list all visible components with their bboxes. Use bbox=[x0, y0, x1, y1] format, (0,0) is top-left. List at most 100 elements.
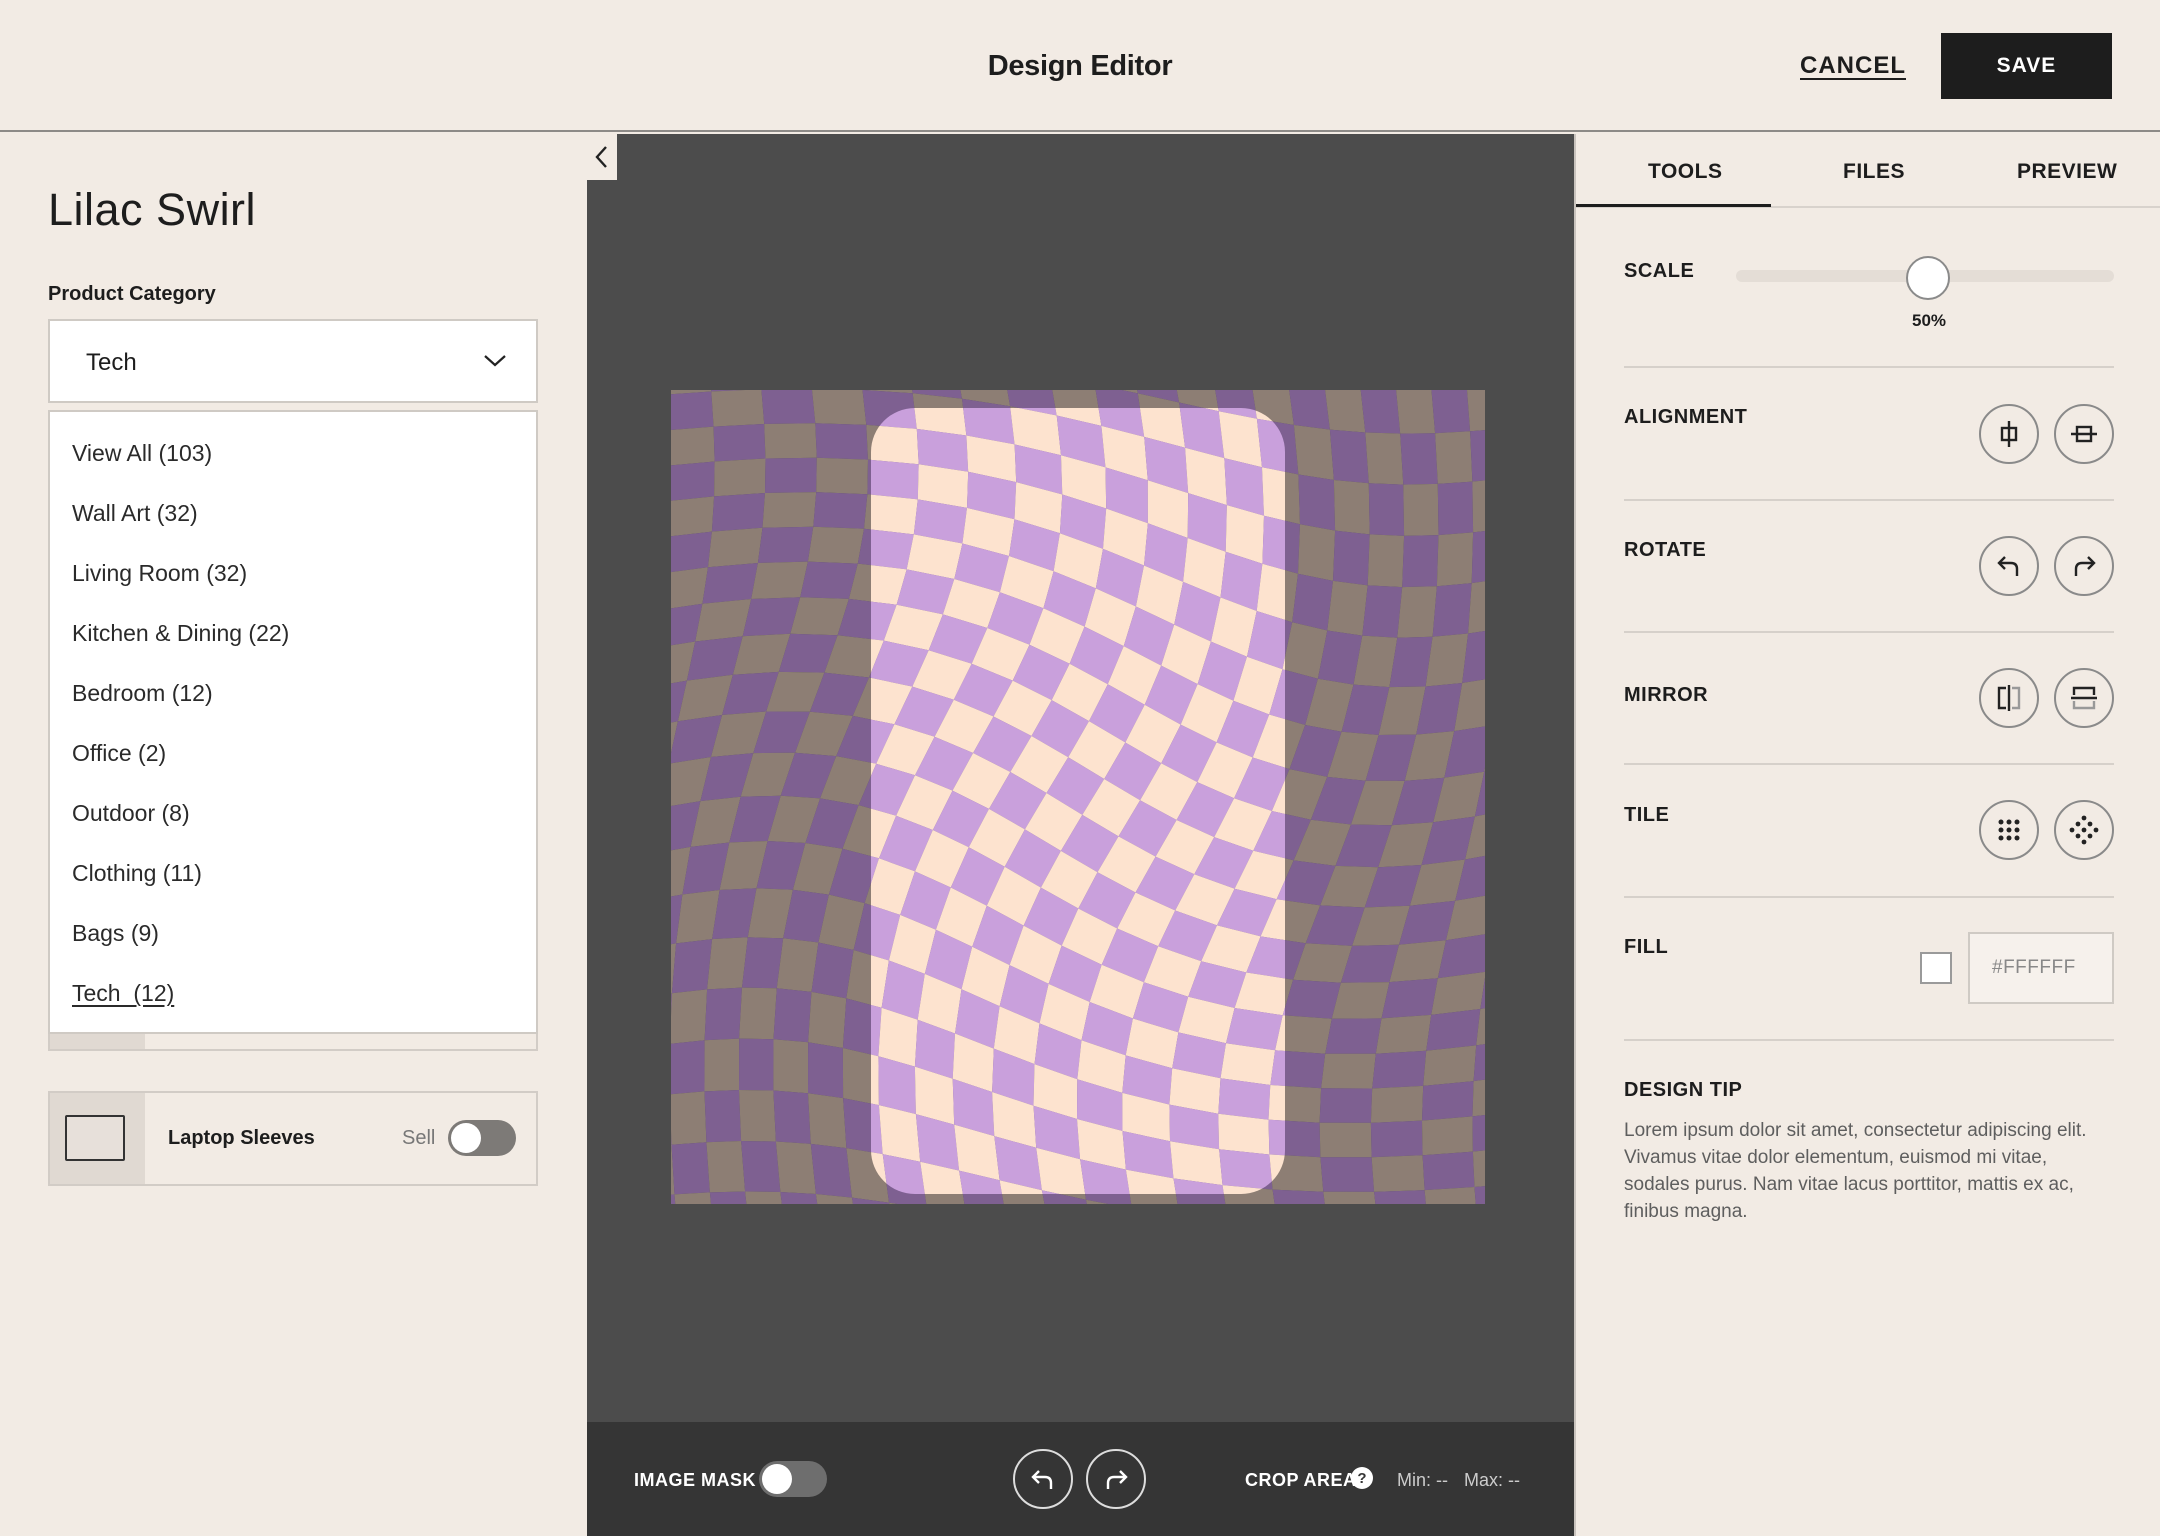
redo-button[interactable] bbox=[1086, 1449, 1146, 1509]
pattern-cell bbox=[1436, 532, 1474, 587]
design-tip-text: Lorem ipsum dolor sit amet, consectetur … bbox=[1624, 1120, 2087, 1222]
pattern-cell bbox=[810, 1143, 852, 1198]
pattern-cell bbox=[808, 991, 847, 1048]
cancel-button[interactable]: CANCEL bbox=[1800, 52, 1906, 80]
pattern-cell bbox=[1431, 390, 1471, 434]
pattern-cell bbox=[704, 987, 742, 1041]
pattern-cell bbox=[1375, 1014, 1432, 1054]
product-row-laptop-sleeves[interactable]: Laptop Sleeves Sell bbox=[48, 1091, 538, 1186]
dropdown-option[interactable]: Outdoor (8) bbox=[72, 800, 190, 827]
pattern-cell bbox=[704, 1038, 740, 1092]
scale-slider-handle[interactable] bbox=[1906, 256, 1950, 300]
tab-files[interactable]: FILES bbox=[1843, 160, 1905, 184]
tile-label: TILE bbox=[1624, 804, 1670, 826]
pattern-cell bbox=[1472, 1115, 1485, 1152]
dropdown-option[interactable]: Bags (9) bbox=[72, 920, 159, 947]
mirror-label: MIRROR bbox=[1624, 684, 1709, 706]
category-dropdown-menu: View All (103) Wall Art (32) Living Room… bbox=[48, 410, 538, 1034]
align-vertical-center-button[interactable] bbox=[1979, 404, 2039, 464]
rotate-left-button[interactable] bbox=[1979, 536, 2039, 596]
pattern-cell bbox=[871, 459, 919, 500]
pattern-cell bbox=[1325, 390, 1366, 433]
tile-grid-button[interactable] bbox=[1979, 800, 2039, 860]
pattern-cell bbox=[1319, 1088, 1373, 1123]
pattern-cell bbox=[671, 1040, 705, 1095]
image-mask-toggle[interactable] bbox=[759, 1461, 827, 1497]
tile-diamond-button[interactable] bbox=[2054, 800, 2114, 860]
pattern-cell bbox=[1298, 474, 1336, 531]
rotate-label: ROTATE bbox=[1624, 539, 1707, 561]
pattern-cell bbox=[807, 526, 864, 564]
fill-label: FILL bbox=[1624, 936, 1669, 958]
pattern-cell bbox=[1362, 585, 1403, 638]
pattern-cell bbox=[1371, 1155, 1425, 1192]
tab-preview[interactable]: PREVIEW bbox=[2017, 160, 2117, 184]
dropdown-option[interactable]: Clothing (11) bbox=[72, 860, 202, 887]
dropdown-option[interactable]: View All (103) bbox=[72, 440, 212, 467]
pattern-cell bbox=[671, 1142, 710, 1195]
pattern-cell bbox=[808, 1093, 847, 1149]
divider bbox=[1624, 631, 2114, 633]
pattern-cell bbox=[711, 390, 765, 427]
dropdown-option[interactable]: Wall Art (32) bbox=[72, 500, 198, 527]
pattern-cell bbox=[1396, 390, 1436, 434]
right-panel: TOOLS FILES PREVIEW SCALE 50% ALIGNMENT … bbox=[1574, 134, 2160, 1536]
panel-tabs: TOOLS FILES PREVIEW bbox=[1576, 134, 2160, 208]
pattern-cell bbox=[762, 492, 817, 528]
fill-color-input[interactable] bbox=[1968, 932, 2114, 1004]
pattern-cell bbox=[671, 461, 715, 501]
pattern-cell bbox=[1293, 425, 1334, 480]
collapse-panel-button[interactable] bbox=[587, 134, 617, 180]
design-tip-label: DESIGN TIP bbox=[1624, 1079, 1743, 1101]
pattern-cell bbox=[671, 939, 713, 994]
fill-color-swatch[interactable] bbox=[1920, 952, 1952, 984]
dropdown-option[interactable]: Office (2) bbox=[72, 740, 166, 767]
pattern-cell bbox=[1370, 1085, 1424, 1123]
sell-toggle[interactable] bbox=[448, 1120, 516, 1156]
pattern-cell bbox=[776, 938, 819, 992]
pattern-cell bbox=[1423, 1045, 1477, 1086]
left-panel: Lilac Swirl Product Category Tech Laptop… bbox=[0, 134, 587, 1536]
pattern-cell bbox=[761, 390, 816, 424]
pattern-cell bbox=[1472, 1079, 1485, 1117]
category-select[interactable]: Tech bbox=[48, 319, 538, 403]
pattern-cell bbox=[1471, 530, 1485, 584]
product-row-name: Laptop Sleeves bbox=[168, 1127, 315, 1149]
product-name: Lilac Swirl bbox=[48, 184, 257, 235]
pattern-cell bbox=[1272, 1189, 1325, 1204]
pattern-cell bbox=[775, 1141, 816, 1194]
pattern-cell bbox=[742, 937, 784, 989]
dropdown-option[interactable]: Living Room (32) bbox=[72, 560, 247, 587]
pattern-cell bbox=[739, 1038, 774, 1091]
tab-tools[interactable]: TOOLS bbox=[1648, 160, 1722, 184]
scale-label: SCALE bbox=[1624, 260, 1695, 282]
pattern-cell bbox=[1400, 433, 1438, 485]
pattern-cell bbox=[1220, 1043, 1276, 1085]
dropdown-option-selected[interactable]: Tech (12) bbox=[72, 980, 174, 1007]
rotate-right-button[interactable] bbox=[2054, 536, 2114, 596]
mirror-horizontal-button[interactable] bbox=[1979, 668, 2039, 728]
pattern-cell bbox=[707, 937, 748, 990]
dropdown-option[interactable]: Bedroom (12) bbox=[72, 680, 213, 707]
laptop-sleeve-thumbnail bbox=[50, 1093, 145, 1184]
pattern-cell bbox=[815, 423, 868, 460]
crop-max-value: Max: -- bbox=[1464, 1470, 1520, 1490]
align-horizontal-center-button[interactable] bbox=[2054, 404, 2114, 464]
pattern-cell bbox=[1425, 633, 1469, 687]
pattern-cell bbox=[671, 426, 715, 466]
pattern-cell bbox=[1403, 483, 1439, 536]
image-mask-label: IMAGE MASK bbox=[634, 1470, 756, 1490]
design-artwork[interactable] bbox=[671, 390, 1485, 1204]
pattern-cell bbox=[1218, 1113, 1270, 1155]
pattern-cell bbox=[1470, 430, 1485, 482]
redo-icon bbox=[1106, 1470, 1128, 1489]
crop-min-value: Min: -- bbox=[1397, 1470, 1448, 1490]
save-button[interactable]: SAVE bbox=[1941, 33, 2112, 99]
undo-button[interactable] bbox=[1013, 1449, 1073, 1509]
divider bbox=[1624, 499, 2114, 501]
pattern-cell bbox=[1368, 483, 1405, 536]
pattern-cell bbox=[674, 1192, 711, 1204]
mirror-vertical-button[interactable] bbox=[2054, 668, 2114, 728]
dropdown-option[interactable]: Kitchen & Dining (22) bbox=[72, 620, 289, 647]
help-icon[interactable]: ? bbox=[1351, 1467, 1373, 1489]
